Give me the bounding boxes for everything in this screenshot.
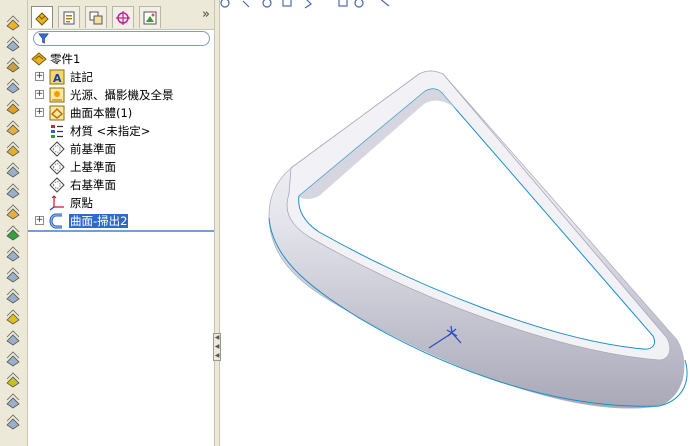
loft-boss-button[interactable] <box>4 78 22 94</box>
swept-surface-model <box>268 70 688 409</box>
rotate-icon <box>262 0 272 8</box>
chamfer-icon <box>6 246 20 262</box>
sweep-button[interactable] <box>4 99 22 115</box>
hole-button[interactable] <box>4 183 22 199</box>
tree-item-label: 光源、攝影機及全景 <box>70 88 174 102</box>
material-icon <box>49 123 65 139</box>
box-green-button[interactable] <box>4 225 22 241</box>
plane-icon <box>49 159 65 175</box>
configuration-manager-icon <box>89 11 103 24</box>
lights-icon <box>49 87 65 103</box>
loft-boss-icon <box>6 78 20 94</box>
extrude-boss-icon <box>6 15 20 31</box>
cube-icon <box>6 141 20 157</box>
plane-icon <box>49 177 65 193</box>
zoom-fit-icon <box>220 0 230 8</box>
tree-item-label: 材質 <未指定> <box>70 124 151 138</box>
mirror-icon <box>6 372 20 388</box>
tree-root-label: 零件1 <box>50 52 81 66</box>
command-toolbar <box>0 0 28 446</box>
hole-icon <box>6 183 20 199</box>
wrap-icon <box>6 267 20 283</box>
tree-item-label: 曲面-掃出2 <box>69 214 129 228</box>
plane-icon <box>49 141 65 157</box>
view-toolbar[interactable] <box>219 0 409 12</box>
hide-show-icon <box>354 0 364 8</box>
pattern-icon <box>6 393 20 409</box>
expand-toggle[interactable]: + <box>35 72 44 81</box>
extrude-boss-button[interactable] <box>4 15 22 31</box>
dome-icon <box>6 288 20 304</box>
chamfer-button[interactable] <box>4 246 22 262</box>
feature-manager-icon <box>35 11 49 26</box>
tree-item-label: 曲面本體(1) <box>70 106 133 120</box>
sweep-icon <box>6 99 20 115</box>
tree-item-label: 上基準面 <box>70 160 116 174</box>
cut-button[interactable] <box>4 162 22 178</box>
tab-feature-manager[interactable] <box>31 6 53 28</box>
view-orientation-icon <box>304 0 312 9</box>
svg-text:A: A <box>53 72 62 85</box>
zoom-area-icon <box>242 0 250 8</box>
display-manager-icon <box>143 11 157 24</box>
panel-tab-strip: » <box>28 0 214 30</box>
fillet-icon <box>6 204 20 220</box>
draft-button[interactable] <box>4 330 22 346</box>
box-green-icon <box>6 225 20 241</box>
dome-button[interactable] <box>4 288 22 304</box>
cube-button[interactable] <box>4 141 22 157</box>
feature-manager-panel: » 零件1 + A 註記 + 光源、攝影機及全景 + 曲面本體(1) 材質 <未… <box>28 0 214 446</box>
expand-toggle[interactable]: + <box>35 108 44 117</box>
swept-boss-button[interactable] <box>4 57 22 73</box>
surface-sweep-icon <box>49 213 65 229</box>
tab-property-manager[interactable] <box>58 6 80 28</box>
shape-button[interactable] <box>4 309 22 325</box>
display-style-icon <box>338 0 348 7</box>
draft-icon <box>6 330 20 346</box>
tree-item-label: 前基準面 <box>70 142 116 156</box>
cylinder-button[interactable] <box>4 414 22 430</box>
edit-appearance-icon <box>380 0 390 7</box>
shell-icon <box>6 120 20 136</box>
tree-item-label: 原點 <box>70 196 93 210</box>
cut-icon <box>6 162 20 178</box>
revolve-boss-icon <box>6 36 20 52</box>
cylinder-icon <box>6 414 20 430</box>
wrap-button[interactable] <box>4 267 22 283</box>
tab-display-manager[interactable] <box>139 6 161 28</box>
pattern-button[interactable] <box>4 393 22 409</box>
tree-item-label: 右基準面 <box>70 178 116 192</box>
filter-icon <box>38 33 49 44</box>
annotations-icon: A <box>49 69 65 85</box>
section-view-icon <box>282 0 292 7</box>
surface-bodies-icon <box>49 105 65 121</box>
graphics-viewport[interactable] <box>219 0 690 446</box>
origin-icon <box>49 195 65 211</box>
shape-icon <box>6 309 20 325</box>
tab-dimxpert[interactable] <box>112 6 134 28</box>
mirror-button[interactable] <box>4 372 22 388</box>
part-icon <box>31 51 47 67</box>
rib-button[interactable] <box>4 351 22 367</box>
more-tabs-button[interactable]: » <box>202 7 210 22</box>
tree-item-label: 註記 <box>70 70 93 84</box>
fillet-button[interactable] <box>4 204 22 220</box>
shell-button[interactable] <box>4 120 22 136</box>
rib-icon <box>6 351 20 367</box>
expand-toggle[interactable]: + <box>35 90 44 99</box>
revolve-boss-button[interactable] <box>4 36 22 52</box>
dimxpert-icon <box>116 10 130 25</box>
rollback-bar[interactable] <box>28 230 214 232</box>
tree-filter-input[interactable] <box>33 31 210 46</box>
property-manager-icon <box>63 11 75 24</box>
swept-boss-icon <box>6 57 20 73</box>
tab-configuration-manager[interactable] <box>85 6 107 28</box>
expand-toggle[interactable]: + <box>35 216 44 225</box>
